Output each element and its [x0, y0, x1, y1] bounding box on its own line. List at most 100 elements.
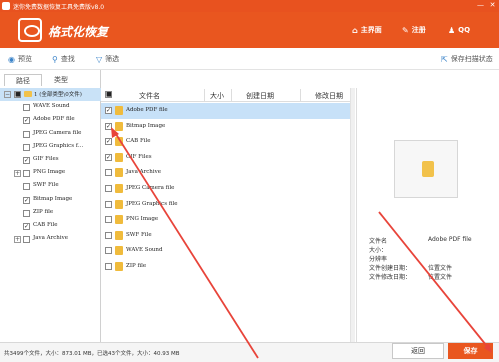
property-key: 文件创建日期：	[369, 265, 412, 272]
select-all-checkbox[interactable]: ■	[105, 91, 112, 98]
tab-path[interactable]: 路径	[4, 74, 42, 86]
tree-item-checkbox[interactable]: ✓	[23, 156, 30, 164]
eye-icon: ◉	[8, 54, 15, 64]
tab-type[interactable]: 类型	[42, 74, 80, 86]
left-pane: 路径 类型 − ■ 1 (全部类型\0文件) WAVE Sound ✓ Adobe …	[0, 70, 101, 342]
filter-label: 筛选	[105, 55, 120, 63]
list-item-checkbox[interactable]	[105, 216, 112, 224]
list-item-checkbox[interactable]	[105, 200, 112, 208]
back-button[interactable]: 返回	[392, 343, 444, 359]
minimize-button[interactable]: —	[476, 1, 485, 10]
find-button[interactable]: ⚲ 查找	[52, 53, 75, 65]
col-size[interactable]: 大小	[210, 91, 224, 101]
list-item[interactable]: ✓ Adobe PDF file	[101, 103, 355, 119]
list-item-checkbox[interactable]	[105, 263, 112, 270]
tree-item[interactable]: ✓ GIF Files	[0, 154, 101, 167]
list-item[interactable]: ✓ CAB File	[101, 134, 355, 150]
save-scan-button[interactable]: ⇱ 保存扫描状态	[441, 53, 493, 65]
file-type-icon	[115, 152, 123, 162]
list-item[interactable]: SWF File	[101, 228, 355, 244]
tree-item[interactable]: JPEG Camera file	[0, 128, 101, 141]
tree-item-checkbox[interactable]	[23, 104, 30, 112]
list-item[interactable]: PNG Image	[101, 212, 355, 228]
tree-item-label: Bitmap Image	[33, 195, 73, 202]
toolbar: ◉ 预览 ⚲ 查找 ▽ 筛选 ⇱ 保存扫描状态	[0, 48, 499, 70]
close-button[interactable]: ✕	[488, 1, 497, 10]
tree-item-label: Java Archive	[33, 235, 68, 242]
list-item-checkbox[interactable]: ✓	[105, 107, 112, 114]
list-scrollbar[interactable]	[350, 88, 355, 342]
left-tabs: 路径 类型	[4, 74, 80, 86]
property-value: 位置文件	[428, 265, 453, 272]
tree-item[interactable]: ✓ CAB File	[0, 220, 101, 233]
tree-item-checkbox[interactable]: ✓	[23, 117, 30, 125]
export-icon: ⇱	[441, 54, 448, 64]
nav-register-label: 注册	[411, 26, 426, 34]
tree-item-checkbox[interactable]	[23, 143, 30, 151]
register-icon: ✎	[402, 25, 409, 35]
list-item[interactable]: ZIP file	[101, 259, 355, 275]
list-item-checkbox[interactable]: ✓	[105, 153, 112, 161]
qq-icon: ♟	[448, 25, 456, 35]
filter-icon: ▽	[96, 54, 103, 64]
col-separator	[300, 89, 301, 101]
nav-qq[interactable]: ♟ QQ	[448, 24, 470, 36]
tree-item[interactable]: ✓ Bitmap Image	[0, 194, 101, 207]
tree-root[interactable]: − ■ 1 (全部类型\0文件)	[0, 88, 101, 102]
tree-item[interactable]: ✓ Adobe PDF file	[0, 114, 101, 127]
folder-icon	[24, 91, 32, 97]
tree-item-checkbox[interactable]	[23, 170, 30, 178]
tree-item-checkbox[interactable]	[23, 183, 30, 191]
col-filename[interactable]: 文件名	[139, 91, 160, 101]
tree-item[interactable]: ZIP file	[0, 207, 101, 220]
filter-button[interactable]: ▽ 筛选	[96, 53, 119, 65]
list-item-checkbox[interactable]: ✓	[105, 138, 112, 146]
preview-pane	[356, 88, 499, 342]
tree-item[interactable]: + Java Archive	[0, 233, 101, 246]
tree-item-label: JPEG Camera file	[33, 129, 82, 136]
tree-item[interactable]: WAVE Sound	[0, 101, 101, 114]
save-button[interactable]: 保存	[448, 343, 493, 359]
list-item[interactable]: JPEG Graphics file	[101, 197, 355, 213]
nav-home[interactable]: ⌂ 主界面	[352, 24, 382, 36]
list-item-checkbox[interactable]	[105, 247, 112, 255]
tree-item[interactable]: + PNG Image	[0, 167, 101, 180]
list-item-checkbox[interactable]	[105, 231, 112, 239]
list-item[interactable]: WAVE Sound	[101, 243, 355, 259]
tree-item[interactable]: SWF File	[0, 180, 101, 193]
tree-item-checkbox[interactable]: ✓	[23, 222, 30, 230]
file-name: Java Archive	[126, 169, 161, 176]
col-created[interactable]: 创建日期	[246, 91, 274, 101]
window-title: 迷你免费数据恢复工具免费版v8.0	[13, 4, 105, 11]
tree-item-checkbox[interactable]	[23, 209, 30, 217]
col-modified[interactable]: 修改日期	[315, 91, 343, 101]
collapse-icon[interactable]: −	[4, 91, 11, 98]
tree-item-checkbox[interactable]: ✓	[23, 196, 30, 204]
property-key: 大小：	[369, 247, 388, 254]
file-type-icon	[115, 230, 123, 240]
file-name: JPEG Graphics file	[126, 200, 178, 207]
tree-item-label: JPEG Graphics f…	[33, 142, 84, 149]
list-item-checkbox[interactable]	[105, 169, 112, 177]
tree-item-checkbox[interactable]	[23, 236, 30, 244]
tree-item-label: CAB File	[33, 221, 58, 228]
list-item-checkbox[interactable]: ✓	[105, 122, 112, 130]
list-item[interactable]: ✓ Bitmap Image	[101, 119, 355, 135]
list-item-checkbox[interactable]	[105, 185, 112, 192]
expand-icon[interactable]: +	[14, 170, 21, 178]
list-item[interactable]: ✓ GIF Files	[101, 150, 355, 166]
list-item[interactable]: Java Archive	[101, 165, 355, 181]
tree-item-checkbox[interactable]	[23, 130, 30, 138]
expand-icon[interactable]: +	[14, 236, 21, 244]
list-item[interactable]: JPEG Camera file	[101, 181, 355, 197]
nav-qq-label: QQ	[458, 26, 471, 34]
tree-item-label: PNG Image	[33, 169, 66, 176]
tree-root-checkbox[interactable]: ■	[14, 91, 21, 98]
preview-button[interactable]: ◉ 预览	[8, 53, 32, 65]
property-row: 文件修改日期： 位置文件	[369, 272, 494, 281]
file-type-icon	[115, 121, 123, 131]
file-name: Bitmap Image	[126, 122, 166, 129]
header-banner: 格式化恢复 ⌂ 主界面 ✎ 注册 ♟ QQ	[0, 12, 499, 48]
tree-item[interactable]: JPEG Graphics f…	[0, 141, 101, 154]
nav-register[interactable]: ✎ 注册	[402, 24, 426, 36]
